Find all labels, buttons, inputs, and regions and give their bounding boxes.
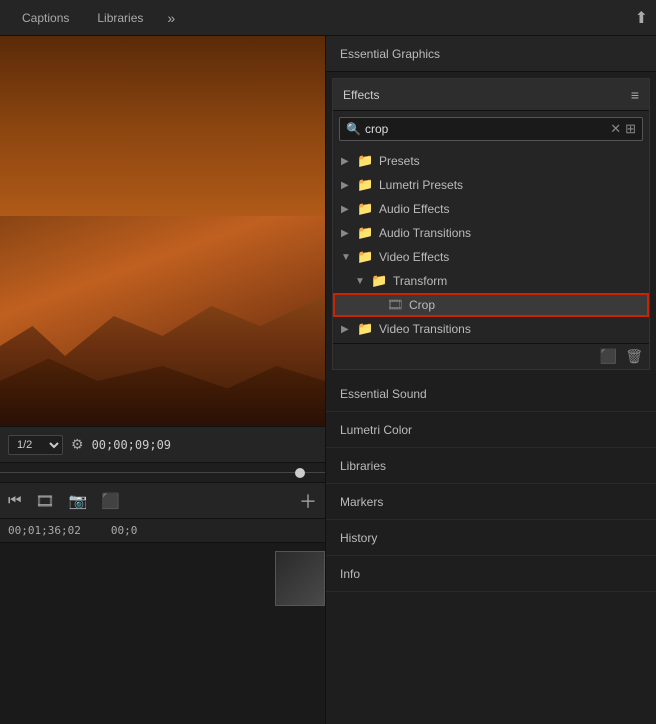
timecode-select[interactable]: 1/2 — [8, 435, 63, 455]
libraries-tab[interactable]: Libraries — [83, 0, 157, 35]
arrow-audio-effects: ▶ — [341, 204, 355, 215]
arrow-transform: ▼ — [355, 276, 369, 287]
film-clip-icon[interactable]: 🎞 — [36, 492, 55, 510]
scrubber-bar[interactable] — [0, 462, 325, 482]
effects-search-input[interactable] — [365, 122, 610, 136]
folder-icon-audio-effects: 📁 — [357, 201, 375, 217]
timeline-header: 00;01;36;02 00;0 — [0, 519, 325, 543]
scrubber-track — [0, 463, 325, 482]
folder-icon-video-transitions: 📁 — [357, 321, 375, 337]
panel-item-libraries[interactable]: Libraries — [326, 448, 656, 484]
arrow-video-transitions: ▶ — [341, 324, 355, 335]
timeline-clip — [275, 551, 325, 606]
search-icon: 🔍 — [346, 122, 361, 136]
essential-graphics-label: Essential Graphics — [340, 47, 440, 61]
add-icon[interactable]: ＋ — [299, 488, 317, 514]
folder-icon-lumetri: 📁 — [357, 177, 375, 193]
search-bar: 🔍 ✕ ⊞ — [339, 117, 643, 141]
essential-graphics-header: Essential Graphics — [326, 36, 656, 72]
arrow-video-effects: ▼ — [341, 252, 355, 263]
captions-tab[interactable]: Captions — [8, 0, 83, 35]
controls-bar: 1/2 ⚙ 00;00;09;09 — [0, 426, 325, 462]
tree-item-audio-effects[interactable]: ▶ 📁 Audio Effects — [333, 197, 649, 221]
label-video-transitions: Video Transitions — [379, 322, 641, 336]
timecode-display: 00;00;09;09 — [92, 438, 171, 452]
folder-icon-transform: 📁 — [371, 273, 389, 289]
right-panel: Essential Graphics Effects ≡ 🔍 ✕ ⊞ ▶ 📁 — [325, 36, 656, 724]
tree-item-audio-transitions[interactable]: ▶ 📁 Audio Transitions — [333, 221, 649, 245]
tree-item-lumetri-presets[interactable]: ▶ 📁 Lumetri Presets — [333, 173, 649, 197]
top-tab-bar: Captions Libraries » ⬆ — [0, 0, 656, 36]
timeline-clip-inner — [276, 552, 324, 605]
tree-item-crop[interactable]: 🎞 Crop — [333, 293, 649, 317]
panel-item-info[interactable]: Info — [326, 556, 656, 592]
video-preview — [0, 36, 325, 426]
left-panel: 1/2 ⚙ 00;00;09;09 ⏮ 🎞 📷 ⬛ ＋ 00;01;36;02 … — [0, 36, 325, 724]
label-crop: Crop — [409, 298, 639, 312]
panel-item-history[interactable]: History — [326, 520, 656, 556]
effects-footer: ⬛ 🗑 — [333, 343, 649, 369]
camera-icon[interactable]: 📷 — [69, 492, 88, 510]
arrow-presets: ▶ — [341, 156, 355, 167]
label-transform: Transform — [393, 274, 641, 288]
folder-icon-video-effects: 📁 — [357, 249, 375, 265]
effects-title: Effects — [343, 88, 631, 102]
effects-tree: ▶ 📁 Presets ▶ 📁 Lumetri Presets ▶ 📁 Audi… — [333, 147, 649, 343]
label-video-effects: Video Effects — [379, 250, 641, 264]
folder-icon-presets: 📁 — [357, 153, 375, 169]
new-bin-icon[interactable]: ⬛ — [600, 348, 617, 365]
in-out-icon[interactable]: ⬛ — [101, 492, 120, 510]
panel-item-lumetri-color[interactable]: Lumetri Color — [326, 412, 656, 448]
timeline-tools: ⏮ 🎞 📷 ⬛ ＋ — [0, 482, 325, 518]
search-clear-icon[interactable]: ✕ — [610, 121, 621, 137]
label-presets: Presets — [379, 154, 641, 168]
timeline-area: 00;01;36;02 00;0 — [0, 518, 325, 724]
tree-item-video-transitions[interactable]: ▶ 📁 Video Transitions — [333, 317, 649, 341]
delete-icon[interactable]: 🗑 — [625, 348, 643, 365]
sky-gradient — [0, 36, 325, 216]
effects-menu-icon[interactable]: ≡ — [631, 87, 639, 103]
panel-item-markers[interactable]: Markers — [326, 484, 656, 520]
tree-item-transform[interactable]: ▼ 📁 Transform — [333, 269, 649, 293]
timeline-content — [0, 543, 325, 724]
wrench-icon[interactable]: ⚙ — [71, 436, 84, 453]
panel-item-essential-sound[interactable]: Essential Sound — [326, 376, 656, 412]
label-lumetri: Lumetri Presets — [379, 178, 641, 192]
scrubber-handle[interactable] — [295, 468, 305, 478]
main-area: 1/2 ⚙ 00;00;09;09 ⏮ 🎞 📷 ⬛ ＋ 00;01;36;02 … — [0, 36, 656, 724]
effects-panel: Effects ≡ 🔍 ✕ ⊞ ▶ 📁 Presets — [332, 78, 650, 370]
tree-item-video-effects[interactable]: ▼ 📁 Video Effects — [333, 245, 649, 269]
arrow-lumetri: ▶ — [341, 180, 355, 191]
folder-icon-audio-transitions: 📁 — [357, 225, 375, 241]
timeline-timecode-start: 00;01;36;02 — [8, 524, 81, 537]
timeline-timecode-end: 00;0 — [111, 524, 138, 537]
effects-header: Effects ≡ — [333, 79, 649, 111]
back-to-start-icon[interactable]: ⏮ — [8, 492, 22, 509]
label-audio-transitions: Audio Transitions — [379, 226, 641, 240]
arrow-audio-transitions: ▶ — [341, 228, 355, 239]
tree-item-presets[interactable]: ▶ 📁 Presets — [333, 149, 649, 173]
scrubber-line — [0, 472, 325, 473]
search-grid-icon[interactable]: ⊞ — [625, 121, 636, 137]
export-button[interactable]: ⬆ — [635, 8, 648, 28]
label-audio-effects: Audio Effects — [379, 202, 641, 216]
effect-icon-crop: 🎞 — [387, 297, 405, 313]
panel-list: Essential Sound Lumetri Color Libraries … — [326, 376, 656, 724]
more-tabs-button[interactable]: » — [161, 10, 181, 26]
